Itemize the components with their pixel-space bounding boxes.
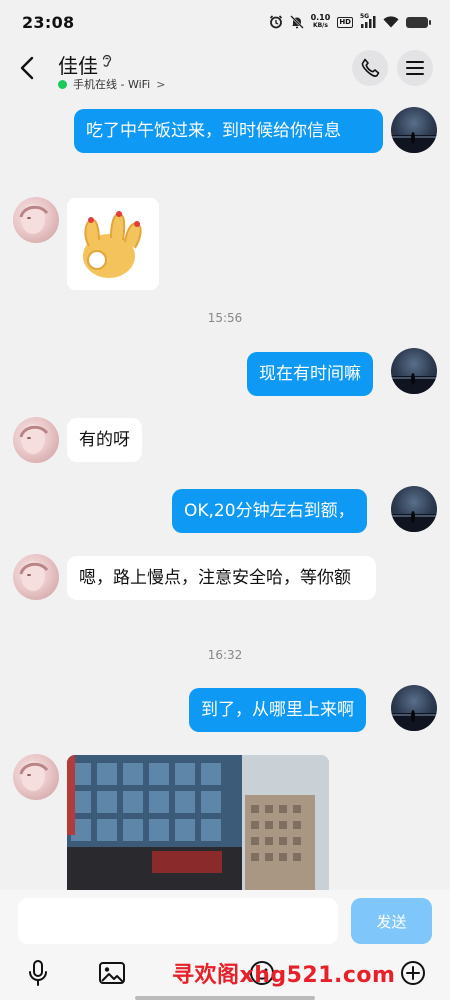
wifi-icon xyxy=(383,16,399,28)
image-icon[interactable] xyxy=(95,956,129,990)
home-indicator[interactable] xyxy=(135,996,315,1000)
network-speed: 0.10 KB/s xyxy=(311,14,331,30)
timestamp: 15:56 xyxy=(207,311,243,325)
send-button[interactable]: 发送 xyxy=(351,898,432,944)
message-bubble-self[interactable]: 吃了中午饭过来，到时候给你信息 xyxy=(74,109,383,153)
online-chevron-icon: > xyxy=(156,77,166,91)
contact-avatar[interactable] xyxy=(13,417,59,463)
contact-avatar[interactable] xyxy=(13,554,59,600)
online-dot-icon xyxy=(58,79,67,89)
phone-call-button[interactable] xyxy=(352,50,388,86)
status-time: 23:08 xyxy=(22,12,75,32)
message-input[interactable] xyxy=(18,898,338,944)
ok-hand-sticker[interactable] xyxy=(67,198,159,290)
message-bubble-self[interactable]: OK,20分钟左右到额， xyxy=(172,489,367,533)
status-bar: 23:08 0.10 KB/s HD 5G xyxy=(0,0,450,44)
menu-button[interactable] xyxy=(397,50,433,86)
self-avatar[interactable] xyxy=(391,348,437,394)
message-bubble-self[interactable]: 到了，从哪里上来啊 xyxy=(189,688,366,732)
microphone-icon[interactable] xyxy=(21,956,55,990)
network-speed-unit: KB/s xyxy=(312,22,328,29)
building-photo[interactable] xyxy=(67,755,329,890)
back-arrow-icon xyxy=(20,56,34,80)
hd-badge: HD xyxy=(337,16,353,28)
ear-icon xyxy=(101,53,113,73)
back-button[interactable] xyxy=(12,52,42,84)
status-icons: 0.10 KB/s HD 5G xyxy=(269,13,431,30)
self-avatar[interactable] xyxy=(391,685,437,731)
contact-avatar[interactable] xyxy=(13,197,59,243)
watermark-text: 寻欢阁xhg521.com xyxy=(172,963,396,988)
contact-avatar[interactable] xyxy=(13,754,59,800)
add-icon[interactable] xyxy=(396,956,430,990)
signal-label: 5G xyxy=(360,13,370,20)
message-bubble-other[interactable]: 嗯，路上慢点，注意安全哈，等你额 xyxy=(67,556,376,600)
chat-message-list[interactable]: 吃了中午饭过来，到时候给你信息 15:56 现在有时间嘛 有的呀 OK,20分钟… xyxy=(0,94,450,890)
message-bubble-self[interactable]: 现在有时间嘛 xyxy=(247,352,373,396)
self-avatar[interactable] xyxy=(391,486,437,532)
input-area: 发送 寻欢阁xhg521.com xyxy=(0,890,450,1000)
message-bubble-other[interactable]: 有的呀 xyxy=(67,418,142,462)
phone-icon xyxy=(361,58,380,77)
network-speed-value: 0.10 xyxy=(310,13,331,22)
chat-header: 佳佳 手机在线 - WiFi > xyxy=(0,44,450,94)
contact-name[interactable]: 佳佳 xyxy=(58,50,98,79)
online-status-row[interactable]: 手机在线 - WiFi > xyxy=(58,76,165,92)
timestamp: 16:32 xyxy=(207,648,243,662)
hamburger-menu-icon xyxy=(406,61,424,75)
signal-icon: 5G xyxy=(360,13,376,28)
self-avatar[interactable] xyxy=(391,107,437,153)
mute-bell-icon xyxy=(289,15,304,29)
online-status-text: 手机在线 - WiFi xyxy=(73,78,151,91)
battery-icon xyxy=(406,16,431,28)
alarm-icon xyxy=(269,15,283,29)
